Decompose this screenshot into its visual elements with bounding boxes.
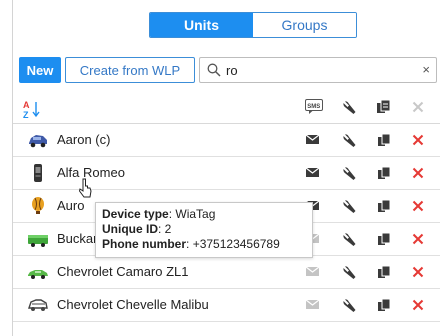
unit-row[interactable]: Alfa Romeo	[13, 157, 440, 190]
create-from-wlp-button[interactable]: Create from WLP	[65, 57, 195, 83]
balloon-icon	[27, 197, 49, 215]
toolbar: New Create from WLP ro ×	[19, 57, 437, 83]
delete-icon[interactable]	[410, 264, 426, 280]
delete-icon[interactable]	[410, 297, 426, 313]
sort-az-icon[interactable]: A Z	[23, 99, 43, 120]
clear-search-icon[interactable]: ×	[422, 62, 430, 77]
search-value: ro	[226, 62, 238, 78]
svg-text:SMS: SMS	[307, 104, 320, 110]
message-icon[interactable]	[305, 297, 321, 313]
copy-icon[interactable]	[376, 231, 392, 247]
unit-name[interactable]: Chevrolet Chevelle Malibu	[57, 297, 209, 312]
green-truck-icon	[27, 230, 49, 248]
list-header: A Z SMS	[13, 90, 440, 124]
wrench-icon[interactable]	[342, 297, 358, 313]
unit-row[interactable]: Aaron (c)	[13, 124, 440, 157]
delete-icon	[410, 99, 426, 115]
unit-name[interactable]: Aaron (c)	[57, 132, 110, 147]
wrench-icon[interactable]	[342, 165, 358, 181]
grey-car-icon	[27, 296, 49, 314]
pointer-cursor-icon	[78, 178, 93, 200]
wrench-icon[interactable]	[342, 132, 358, 148]
svg-text:Z: Z	[23, 110, 29, 119]
copy-icon[interactable]	[376, 165, 392, 181]
unit-tooltip: Device type: WiaTag Unique ID: 2 Phone n…	[95, 202, 313, 258]
unit-row[interactable]: Chevrolet Chevelle Malibu	[13, 289, 440, 322]
view-switch: Units Groups	[149, 12, 357, 38]
unit-name[interactable]: Chevrolet Camaro ZL1	[57, 264, 189, 279]
delete-icon[interactable]	[410, 231, 426, 247]
new-button[interactable]: New	[19, 57, 61, 83]
tab-groups[interactable]: Groups	[253, 13, 356, 37]
copy-icon[interactable]	[376, 264, 392, 280]
copy-icon[interactable]	[376, 99, 392, 115]
delete-icon[interactable]	[410, 198, 426, 214]
wrench-icon[interactable]	[342, 264, 358, 280]
copy-icon[interactable]	[376, 132, 392, 148]
green-car-icon	[27, 263, 49, 281]
delete-icon[interactable]	[410, 165, 426, 181]
message-icon[interactable]	[305, 264, 321, 280]
copy-icon[interactable]	[376, 297, 392, 313]
tooltip-unique-id: Unique ID: 2	[102, 222, 172, 236]
tooltip-phone: Phone number: +375123456789	[102, 237, 280, 251]
delete-icon[interactable]	[410, 132, 426, 148]
sms-icon[interactable]: SMS	[305, 99, 323, 115]
wrench-icon[interactable]	[342, 231, 358, 247]
tooltip-device-type: Device type: WiaTag	[102, 207, 216, 221]
units-panel: Units Groups New Create from WLP ro × A …	[12, 0, 440, 336]
tab-units[interactable]: Units	[150, 13, 253, 37]
search-input[interactable]: ro ×	[199, 57, 437, 83]
car-blue-icon	[27, 131, 49, 149]
message-icon[interactable]	[305, 132, 321, 148]
unit-name[interactable]: Auro	[57, 198, 84, 213]
wrench-icon[interactable]	[342, 99, 358, 115]
search-icon	[206, 62, 222, 78]
copy-icon[interactable]	[376, 198, 392, 214]
message-icon[interactable]	[305, 165, 321, 181]
svg-text:A: A	[23, 100, 30, 110]
unit-row[interactable]: Chevrolet Camaro ZL1	[13, 256, 440, 289]
tracker-device-icon	[27, 164, 49, 182]
wrench-icon[interactable]	[342, 198, 358, 214]
